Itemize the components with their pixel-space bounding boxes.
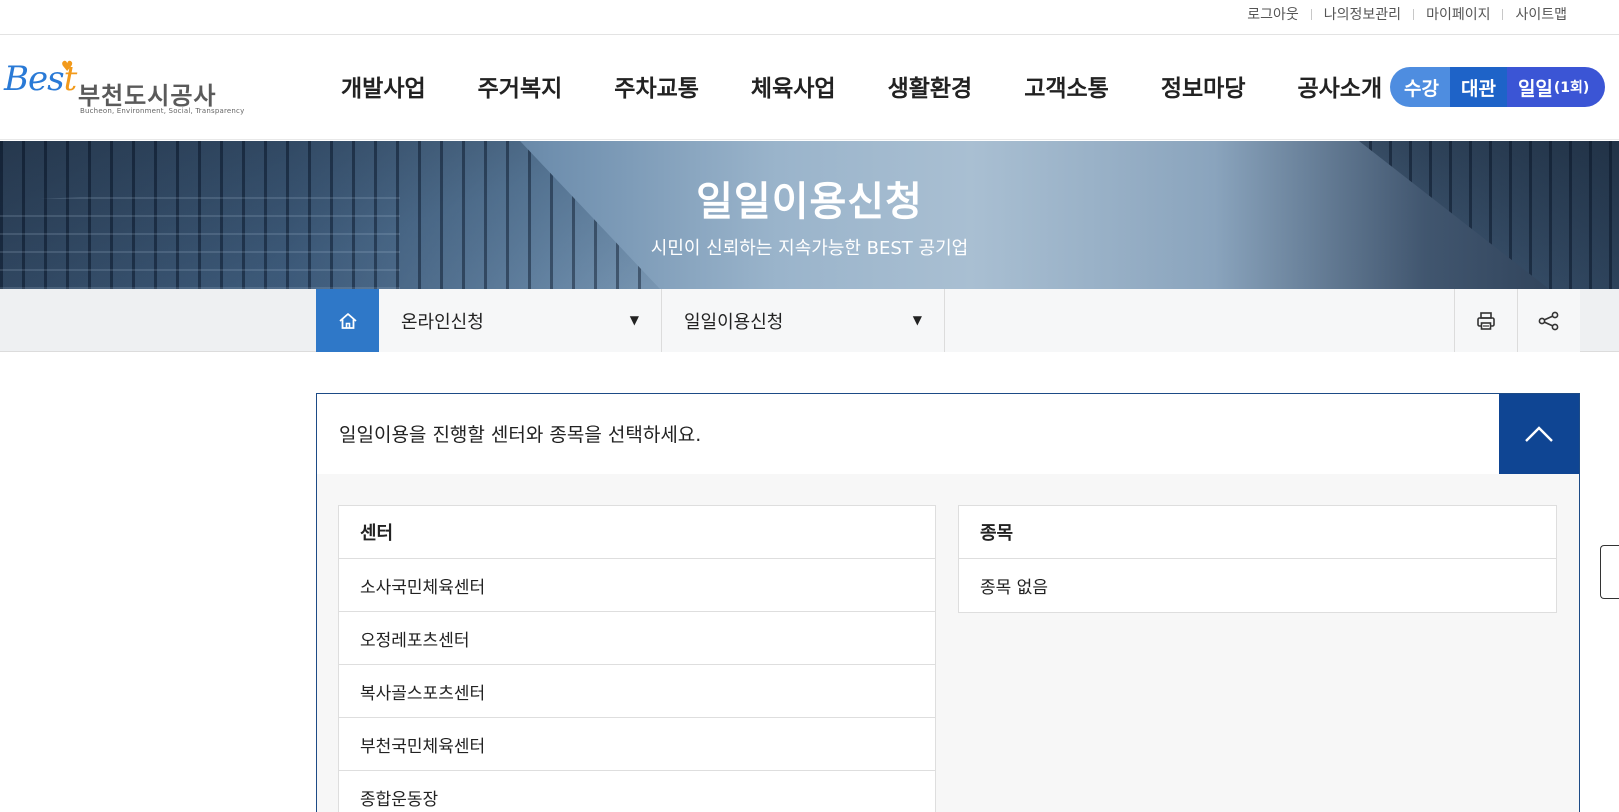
sitemap-link[interactable]: 사이트맵 <box>1515 4 1567 24</box>
center-list: 센터 소사국민체육센터 오정레포츠센터 복사골스포츠센터 부천국민체육센터 종합… <box>338 505 936 812</box>
selection-panel: 일일이용을 진행할 센터와 종목을 선택하세요. 센터 소사국민체육센터 오정레… <box>316 393 1580 812</box>
breadcrumb-depth1-select[interactable]: 온라인신청 ▼ <box>379 289 662 352</box>
collapse-button[interactable] <box>1499 394 1579 474</box>
site-header: Best ♥ 부천도시공사 Bucheon, Environment, Soci… <box>0 35 1619 140</box>
share-icon <box>1538 311 1559 330</box>
breadcrumb-depth2-label: 일일이용신청 <box>684 311 784 333</box>
main-nav: 개발사업 주거복지 주차교통 체육사업 생활환경 고객소통 정보마당 공사소개 <box>341 69 1434 103</box>
quick-application-pill: 수강 대관 일일 (1회) <box>1390 67 1606 107</box>
center-item-sosa[interactable]: 소사국민체육센터 <box>339 559 935 612</box>
caret-down-icon: ▼ <box>912 313 922 327</box>
heart-icon: ♥ <box>61 59 74 75</box>
print-icon <box>1477 311 1495 330</box>
divider <box>1502 8 1504 20</box>
hero-banner: 일일이용신청 시민이 신뢰하는 지속가능한 BEST 공기업 <box>0 141 1619 289</box>
center-item-stadium[interactable]: 종합운동장 <box>339 771 935 812</box>
breadcrumb-spacer <box>945 289 1454 352</box>
nav-housing[interactable]: 주거복지 <box>478 69 563 103</box>
item-list: 종목 종목 없음 <box>958 505 1557 613</box>
mypage-link[interactable]: 마이페이지 <box>1426 4 1490 24</box>
utility-links: 로그아웃 나의정보관리 마이페이지 사이트맵 <box>1247 4 1567 24</box>
rental-button[interactable]: 대관 <box>1449 67 1507 107</box>
utility-bar: 로그아웃 나의정보관리 마이페이지 사이트맵 <box>0 0 1619 35</box>
chevron-up-icon <box>1525 426 1553 442</box>
home-icon <box>338 312 357 329</box>
center-item-ojeong[interactable]: 오정레포츠센터 <box>339 612 935 665</box>
nav-about[interactable]: 공사소개 <box>1297 69 1382 103</box>
panel-header: 일일이용을 진행할 센터와 종목을 선택하세요. <box>317 394 1579 474</box>
nav-environment[interactable]: 생활환경 <box>888 69 973 103</box>
divider <box>1413 8 1415 20</box>
page-title: 일일이용신청 <box>696 179 923 225</box>
logout-link[interactable]: 로그아웃 <box>1247 4 1299 24</box>
center-list-header: 센터 <box>339 506 935 559</box>
print-button[interactable] <box>1454 289 1517 352</box>
side-floating-tab[interactable] <box>1600 545 1619 599</box>
logo-tagline: Bucheon, Environment, Social, Transparen… <box>80 107 245 115</box>
center-item-boksagol[interactable]: 복사골스포츠센터 <box>339 665 935 718</box>
home-button[interactable] <box>316 289 379 352</box>
item-list-header: 종목 <box>959 506 1556 559</box>
item-empty-message: 종목 없음 <box>980 578 1048 598</box>
share-button[interactable] <box>1517 289 1580 352</box>
nav-sports[interactable]: 체육사업 <box>751 69 836 103</box>
breadcrumb: 온라인신청 ▼ 일일이용신청 ▼ <box>316 289 1580 352</box>
breadcrumb-depth1-label: 온라인신청 <box>401 311 484 333</box>
my-info-link[interactable]: 나의정보관리 <box>1324 4 1401 24</box>
nav-customer[interactable]: 고객소통 <box>1024 69 1109 103</box>
daily-button[interactable]: 일일 (1회) <box>1506 67 1606 107</box>
panel-instruction: 일일이용을 진행할 센터와 종목을 선택하세요. <box>339 424 702 446</box>
caret-down-icon: ▼ <box>629 313 639 327</box>
logo-name: 부천도시공사 <box>78 82 217 110</box>
daily-label: 일일 <box>1517 77 1553 100</box>
page-subtitle: 시민이 신뢰하는 지속가능한 BEST 공기업 <box>650 238 969 259</box>
nav-parking[interactable]: 주차교통 <box>614 69 699 103</box>
breadcrumb-depth2-select[interactable]: 일일이용신청 ▼ <box>662 289 945 352</box>
daily-count: (1회) <box>1553 80 1590 96</box>
class-button[interactable]: 수강 <box>1390 67 1450 107</box>
nav-info[interactable]: 정보마당 <box>1161 69 1246 103</box>
site-logo[interactable]: Best ♥ 부천도시공사 Bucheon, Environment, Soci… <box>4 59 244 119</box>
location-bar: 온라인신청 ▼ 일일이용신청 ▼ <box>0 289 1619 352</box>
nav-development[interactable]: 개발사업 <box>341 69 426 103</box>
divider <box>1310 8 1312 20</box>
center-item-bucheon[interactable]: 부천국민체육센터 <box>339 718 935 771</box>
